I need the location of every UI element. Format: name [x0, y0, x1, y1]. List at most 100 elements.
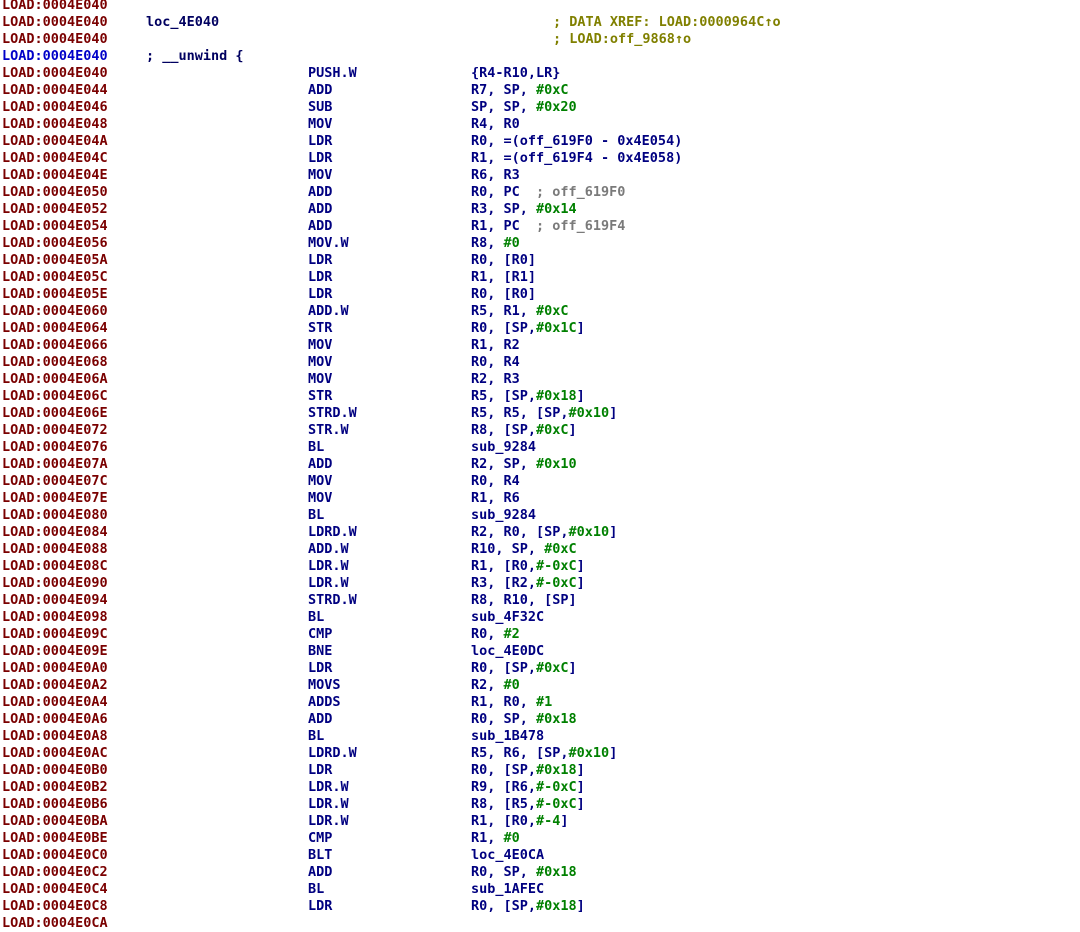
xref-comment[interactable]: ; LOAD:off_9868↑o [553, 31, 691, 48]
immediate-value[interactable]: #1 [536, 694, 552, 710]
instruction-mnemonic[interactable]: LDR [308, 762, 332, 779]
immediate-value[interactable]: #0x10 [569, 745, 610, 761]
immediate-value[interactable]: #0x20 [536, 99, 577, 115]
listing-line[interactable]: LOAD:0004E068 MOV R0, R4 [0, 354, 1080, 371]
line-address[interactable]: LOAD:0004E0C8 [2, 898, 108, 915]
immediate-value[interactable]: #0x18 [536, 864, 577, 880]
instruction-operands[interactable]: R5, R1, #0xC [471, 303, 569, 320]
instruction-mnemonic[interactable]: ADD [308, 201, 332, 218]
operand-text[interactable]: R1, [R1] [471, 269, 536, 285]
immediate-value[interactable]: #0 [504, 235, 520, 251]
operand-text[interactable]: R0, R4 [471, 354, 520, 370]
line-address[interactable]: LOAD:0004E05C [2, 269, 108, 286]
line-address[interactable]: LOAD:0004E06C [2, 388, 108, 405]
line-address[interactable]: LOAD:0004E054 [2, 218, 108, 235]
line-address[interactable]: LOAD:0004E066 [2, 337, 108, 354]
listing-line[interactable]: LOAD:0004E0B0 LDR R0, [SP,#0x18] [0, 762, 1080, 779]
immediate-value[interactable]: #-0xC [536, 575, 577, 591]
immediate-value[interactable]: #0x14 [536, 201, 577, 217]
operand-text[interactable]: R7, SP, [471, 82, 536, 98]
listing-line[interactable]: LOAD:0004E04A LDR R0, =(off_619F0 - 0x4E05… [0, 133, 1080, 150]
immediate-value[interactable]: #0x18 [536, 898, 577, 914]
instruction-operands[interactable]: R0, [SP,#0x18] [471, 898, 585, 915]
line-address[interactable]: LOAD:0004E07E [2, 490, 108, 507]
instruction-operands[interactable]: R0, R4 [471, 354, 520, 371]
listing-line[interactable]: LOAD:0004E0BA LDR.W R1, [R0,#-4] [0, 813, 1080, 830]
instruction-mnemonic[interactable]: ADD.W [308, 541, 349, 558]
instruction-operands[interactable]: R0, #2 [471, 626, 520, 643]
listing-line[interactable]: LOAD:0004E040 PUSH.W {R4-R10,LR} [0, 65, 1080, 82]
operand-text[interactable]: sub_1B478 [471, 728, 544, 744]
operand-text[interactable]: ] [569, 660, 577, 676]
line-address[interactable]: LOAD:0004E040 [2, 48, 108, 65]
listing-line[interactable]: LOAD:0004E0B2 LDR.W R9, [R6,#-0xC] [0, 779, 1080, 796]
operand-text[interactable]: ] [609, 745, 617, 761]
operand-text[interactable]: R5, [SP, [471, 388, 536, 404]
immediate-value[interactable]: #-0xC [536, 779, 577, 795]
line-address[interactable]: LOAD:0004E052 [2, 201, 108, 218]
immediate-value[interactable]: #2 [504, 626, 520, 642]
instruction-operands[interactable]: R0, [SP,#0xC] [471, 660, 577, 677]
operand-text[interactable]: R0, [SP, [471, 898, 536, 914]
operand-text[interactable]: R2, [471, 677, 504, 693]
disassembly-listing[interactable]: LOAD:0004E040 LOAD:0004E040 loc_4E040; DAT… [0, 0, 1080, 932]
listing-line[interactable]: LOAD:0004E0A4 ADDS R1, R0, #1 [0, 694, 1080, 711]
operand-text[interactable]: R2, R0, [SP, [471, 524, 569, 540]
operand-text[interactable]: R5, R5, [SP, [471, 405, 569, 421]
operand-text[interactable]: R2, R3 [471, 371, 520, 387]
listing-line[interactable]: LOAD:0004E0A8 BL sub_1B478 [0, 728, 1080, 745]
instruction-operands[interactable]: {R4-R10,LR} [471, 65, 560, 82]
instruction-mnemonic[interactable]: SUB [308, 99, 332, 116]
line-address[interactable]: LOAD:0004E088 [2, 541, 108, 558]
instruction-mnemonic[interactable]: LDRD.W [308, 524, 357, 541]
instruction-operands[interactable]: R1, R0, #1 [471, 694, 552, 711]
line-address[interactable]: LOAD:0004E044 [2, 82, 108, 99]
line-address[interactable]: LOAD:0004E040 [2, 31, 108, 48]
operand-text[interactable]: SP, SP, [471, 99, 536, 115]
listing-line[interactable]: LOAD:0004E056 MOV.W R8, #0 [0, 235, 1080, 252]
instruction-operands[interactable]: R2, #0 [471, 677, 520, 694]
instruction-operands[interactable]: R3, SP, #0x14 [471, 201, 577, 218]
operand-text[interactable]: R1, =(off_619F4 - 0x4E058) [471, 150, 682, 166]
line-address[interactable]: LOAD:0004E0C4 [2, 881, 108, 898]
operand-text[interactable]: ] [609, 405, 617, 421]
listing-line[interactable]: LOAD:0004E054 ADD R1, PC ; off_619F4 [0, 218, 1080, 235]
instruction-operands[interactable]: R1, R2 [471, 337, 520, 354]
operand-text[interactable]: R0, [471, 626, 504, 642]
line-address[interactable]: LOAD:0004E0B0 [2, 762, 108, 779]
listing-line[interactable]: LOAD:0004E066 MOV R1, R2 [0, 337, 1080, 354]
operand-text[interactable]: R3, SP, [471, 201, 536, 217]
instruction-operands[interactable]: SP, SP, #0x20 [471, 99, 577, 116]
instruction-operands[interactable]: R8, #0 [471, 235, 520, 252]
line-address[interactable]: LOAD:0004E094 [2, 592, 108, 609]
immediate-value[interactable]: #0xC [536, 422, 569, 438]
operand-text[interactable]: loc_4E0DC [471, 643, 544, 659]
listing-line[interactable]: LOAD:0004E08C LDR.W R1, [R0,#-0xC] [0, 558, 1080, 575]
line-address[interactable]: LOAD:0004E0A4 [2, 694, 108, 711]
instruction-mnemonic[interactable]: BL [308, 728, 324, 745]
operand-text[interactable]: ] [577, 558, 585, 574]
line-address[interactable]: LOAD:0004E0C0 [2, 847, 108, 864]
immediate-value[interactable]: #0xC [536, 82, 569, 98]
listing-line[interactable]: LOAD:0004E046 SUB SP, SP, #0x20 [0, 99, 1080, 116]
operand-text[interactable]: R0, SP, [471, 864, 536, 880]
xref-comment[interactable]: ; DATA XREF: LOAD:0000964C↑o [553, 14, 781, 31]
instruction-mnemonic[interactable]: MOV [308, 473, 332, 490]
immediate-value[interactable]: #0x18 [536, 711, 577, 727]
instruction-mnemonic[interactable]: ADD [308, 456, 332, 473]
instruction-operands[interactable]: R4, R0 [471, 116, 520, 133]
instruction-mnemonic[interactable]: LDR [308, 286, 332, 303]
instruction-mnemonic[interactable]: BLT [308, 847, 332, 864]
line-address[interactable]: LOAD:0004E048 [2, 116, 108, 133]
listing-line[interactable]: LOAD:0004E06E STRD.W R5, R5, [SP,#0x10] [0, 405, 1080, 422]
instruction-mnemonic[interactable]: MOV [308, 371, 332, 388]
immediate-value[interactable]: #0 [504, 830, 520, 846]
line-address[interactable]: LOAD:0004E07C [2, 473, 108, 490]
operand-text[interactable]: R1, R2 [471, 337, 520, 353]
operand-text[interactable]: sub_1AFEC [471, 881, 544, 897]
instruction-operands[interactable]: R2, R3 [471, 371, 520, 388]
line-address[interactable]: LOAD:0004E072 [2, 422, 108, 439]
listing-line[interactable]: LOAD:0004E0CA [0, 915, 1080, 932]
operand-text[interactable]: R9, [R6, [471, 779, 536, 795]
line-address[interactable]: LOAD:0004E080 [2, 507, 108, 524]
